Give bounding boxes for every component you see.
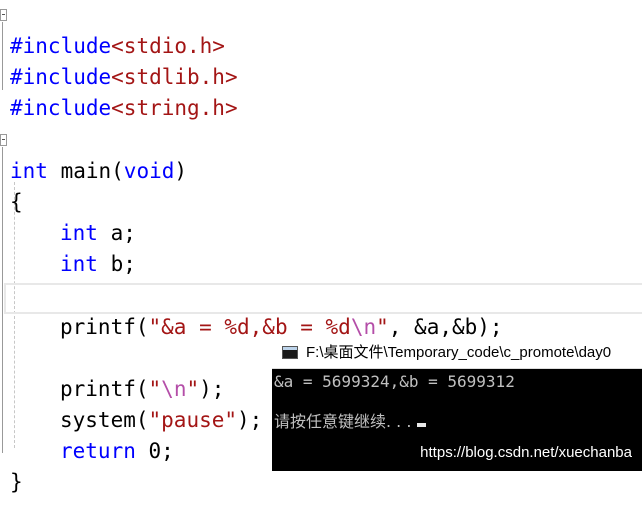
console-cursor [417, 423, 427, 427]
declaration: a; [97, 221, 136, 245]
console-title: F:\桌面文件\Temporary_code\c_promote\day0 [306, 344, 612, 361]
code-line-5[interactable]: int main(void) [0, 125, 187, 183]
call-arguments: ); [237, 408, 263, 432]
return-value: 0; [135, 439, 174, 463]
escape-sequence: \n [350, 315, 377, 339]
code-line-12[interactable]: printf("\n"); [0, 343, 224, 401]
console-prompt-text: 请按任意键继续. . . [274, 412, 412, 431]
function-call: printf( [60, 315, 149, 339]
header-name: <string.h> [111, 96, 238, 120]
function-call: system( [60, 408, 149, 432]
escape-sequence: \n [161, 377, 187, 401]
watermark: https://blog.csdn.net/xuechanba [420, 444, 632, 461]
format-string: "&a = %d,&b = %d [148, 315, 351, 339]
code-line-10[interactable]: printf("&a = %d,&b = %d\n", &a,&b); [0, 281, 503, 339]
header-name: <stdio.h> [111, 34, 225, 58]
type-keyword: int [60, 221, 98, 245]
console-window[interactable]: F:\桌面文件\Temporary_code\c_promote\day0 &a… [272, 337, 642, 471]
code-line-14[interactable]: return 0; [0, 405, 174, 463]
return-keyword: return [60, 439, 136, 463]
paren-close: ) [174, 159, 188, 183]
string-quote: " [186, 377, 200, 401]
string-quote: " [148, 377, 162, 401]
call-arguments: ); [199, 377, 225, 401]
param-keyword: void [123, 159, 175, 183]
function-name: main( [47, 159, 124, 183]
code-line-8[interactable]: int b; [0, 218, 136, 276]
code-line-13[interactable]: system("pause"); [0, 374, 262, 432]
string-quote: " [376, 315, 389, 339]
declaration: b; [97, 252, 136, 276]
preprocessor-directive: #include [10, 96, 112, 120]
close-brace: } [10, 470, 23, 494]
code-line-1[interactable]: #include<stdio.h> [0, 0, 225, 58]
function-call: printf( [60, 377, 149, 401]
console-prompt-line: 请按任意键继续. . . [274, 411, 427, 433]
code-line-3[interactable]: #include<string.h> [0, 62, 238, 120]
code-line-6[interactable]: { [0, 156, 51, 214]
code-line-2[interactable]: #include<stdlib.h> [0, 31, 238, 89]
code-line-15[interactable]: } [0, 436, 51, 494]
console-output-line: &a = 5699324,&b = 5699312 [274, 372, 515, 391]
code-line-7[interactable]: int a; [0, 187, 136, 245]
type-keyword: int [60, 252, 98, 276]
console-title-bar[interactable]: F:\桌面文件\Temporary_code\c_promote\day0 [272, 337, 642, 369]
string-literal: "pause" [148, 408, 238, 432]
call-arguments: , &a,&b); [388, 315, 503, 339]
header-name: <stdlib.h> [111, 65, 238, 89]
current-line-highlight [4, 283, 642, 314]
console-app-icon [282, 346, 298, 359]
